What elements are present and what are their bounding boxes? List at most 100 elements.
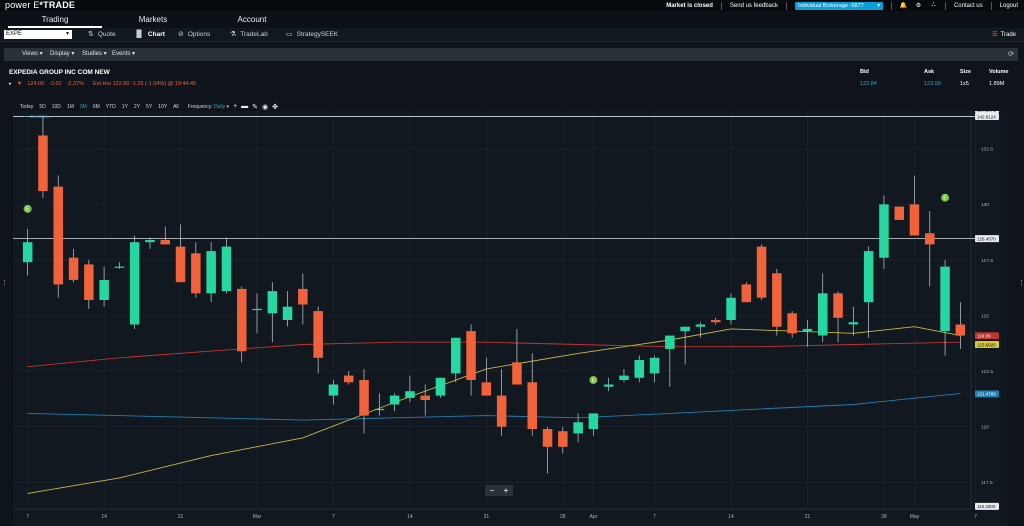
frequency-select[interactable]: Frequency: Daily ▾: [188, 104, 229, 110]
legend-overlays[interactable]: — Overlays...: [24, 114, 51, 119]
candle-body: [634, 360, 644, 378]
candle-body: [237, 288, 247, 352]
range-5d[interactable]: 5D: [36, 104, 48, 110]
last-price: 124.09: [27, 81, 45, 87]
candle-body: [298, 288, 308, 305]
range-10d[interactable]: 10D: [49, 104, 64, 110]
contact-link[interactable]: Contact us: [954, 3, 983, 9]
y-tick-label: 132.5: [981, 147, 993, 153]
size-value: 1x5: [960, 81, 969, 87]
candle-body: [160, 240, 170, 245]
candle-body: [328, 384, 339, 396]
x-tick-label: Apr: [589, 514, 597, 520]
symbol-input[interactable]: EXPE ▼: [4, 30, 72, 39]
tab-quote[interactable]: ⇅ Quote: [88, 28, 116, 42]
zoom-in-button[interactable]: +: [504, 486, 509, 495]
tradelab-icon: ⚗: [230, 31, 237, 38]
candle-body: [649, 357, 660, 374]
price-chart-svg[interactable]: EEE132.5130127.5125122.5120117.5142.8124…: [13, 105, 1007, 526]
candle-body: [772, 273, 782, 327]
down-arrow-icon: ▼: [16, 81, 23, 87]
range-5y[interactable]: 5Y: [143, 104, 155, 110]
candle-body: [481, 382, 492, 396]
tab-account[interactable]: Account: [206, 11, 298, 28]
candle-body: [695, 324, 706, 327]
candle-body: [879, 204, 889, 258]
crosshair-icon[interactable]: +: [233, 103, 237, 110]
x-tick-label: 7: [332, 514, 335, 520]
feedback-link[interactable]: Send us feedback: [730, 3, 778, 9]
candle-body: [53, 186, 63, 285]
gear-icon[interactable]: ⚙: [915, 2, 922, 9]
strategyseek-icon: ▭: [286, 31, 293, 38]
candle-body: [466, 331, 476, 380]
range-10y[interactable]: 10Y: [155, 104, 170, 110]
menu-views[interactable]: Views ▾: [22, 48, 43, 61]
expand-triangle-icon[interactable]: ▸: [9, 81, 12, 87]
market-status: Market is closed: [666, 2, 713, 9]
candle-body: [389, 395, 400, 405]
price-line: ▸ ▼ 124.09 -3.01 -2.37% Ext Hrs 122.80 -…: [9, 81, 196, 87]
reference-tag-label: 134.2671: [977, 111, 996, 112]
chart-type-icon[interactable]: ▬: [241, 103, 248, 110]
candle-body: [282, 306, 293, 320]
eye-icon[interactable]: ◉: [262, 103, 268, 111]
chart-menu-bar: Views ▾ Display ▾ Studies ▾ Events ▾ ⟳: [4, 48, 1018, 61]
menu-events[interactable]: Events ▾: [112, 48, 135, 61]
x-tick-label: 21: [484, 514, 490, 520]
refresh-icon[interactable]: ⟳: [1008, 48, 1014, 61]
y-tick-label: 117.5: [981, 480, 993, 486]
range-ytd[interactable]: YTD: [103, 104, 119, 110]
range-1y[interactable]: 1Y: [119, 104, 131, 110]
range-3m[interactable]: 3M: [77, 104, 90, 110]
x-tick-label: 14: [101, 514, 107, 520]
pin-icon[interactable]: ✤: [272, 103, 278, 111]
tab-trading[interactable]: Trading: [8, 11, 102, 28]
x-tick-label: Mar: [253, 514, 262, 520]
tab-tradelab[interactable]: ⚗ TradeLab: [230, 28, 268, 42]
candle-body: [191, 253, 201, 294]
logout-link[interactable]: Logout: [1000, 3, 1018, 9]
right-resize-handle[interactable]: ⋮: [1018, 280, 1024, 287]
candle-body: [818, 293, 828, 336]
account-select[interactable]: Individual Brokerage -5877 ▾: [794, 1, 883, 10]
range-today[interactable]: Today: [17, 104, 36, 110]
trade-button[interactable]: ☰ Trade: [992, 28, 1016, 42]
tab-markets[interactable]: Markets: [108, 11, 198, 28]
candle-body: [756, 246, 767, 298]
menu-display[interactable]: Display ▾: [50, 48, 74, 61]
range-1m[interactable]: 1M: [64, 104, 77, 110]
chart-toolbar: Today 5D 10D 1M 3M 6M YTD 1Y 2Y 5Y 10Y A…: [17, 102, 278, 111]
bell-icon[interactable]: 🔔: [900, 2, 907, 9]
draw-icon[interactable]: ✎: [252, 103, 258, 111]
candle-body: [145, 240, 155, 243]
left-resize-handle[interactable]: ⋮: [1, 280, 8, 287]
range-all[interactable]: All: [170, 104, 182, 110]
bid-label: Bid: [860, 69, 869, 75]
brand-logo[interactable]: power E*TRADE: [5, 0, 75, 11]
tab-strategyseek[interactable]: ▭ StrategySEEK: [286, 28, 338, 42]
candle-body: [99, 280, 109, 300]
candle-body: [38, 135, 48, 192]
price-change-pct: -2.37%: [66, 81, 85, 87]
x-tick-label: May: [910, 514, 920, 520]
options-icon: ⊘: [178, 31, 184, 38]
price-chart[interactable]: E E E 132.5 130 127.5 125 122.5 120 117.5 142.8124…: [13, 105, 1007, 526]
tab-options[interactable]: ⊘ Options: [178, 28, 210, 42]
range-2y[interactable]: 2Y: [131, 104, 143, 110]
zoom-out-button[interactable]: −: [490, 486, 495, 495]
candle-body: [955, 324, 966, 336]
candle-body: [374, 408, 385, 411]
chevron-down-icon[interactable]: ▼: [65, 30, 70, 39]
menu-studies[interactable]: Studies ▾: [82, 48, 107, 61]
range-6m[interactable]: 6M: [90, 104, 103, 110]
ask-label: Ask: [924, 69, 935, 75]
price-tag-label: 121.4788: [977, 392, 996, 397]
x-tick-label: 28: [881, 514, 887, 520]
candle-body: [496, 395, 507, 427]
candle-body: [787, 313, 797, 334]
x-tick-label: 14: [728, 514, 734, 520]
volume-label: Volume: [989, 69, 1009, 75]
tab-chart[interactable]: ▐▌ Chart: [134, 28, 165, 42]
network-icon[interactable]: ⛬: [930, 2, 937, 9]
